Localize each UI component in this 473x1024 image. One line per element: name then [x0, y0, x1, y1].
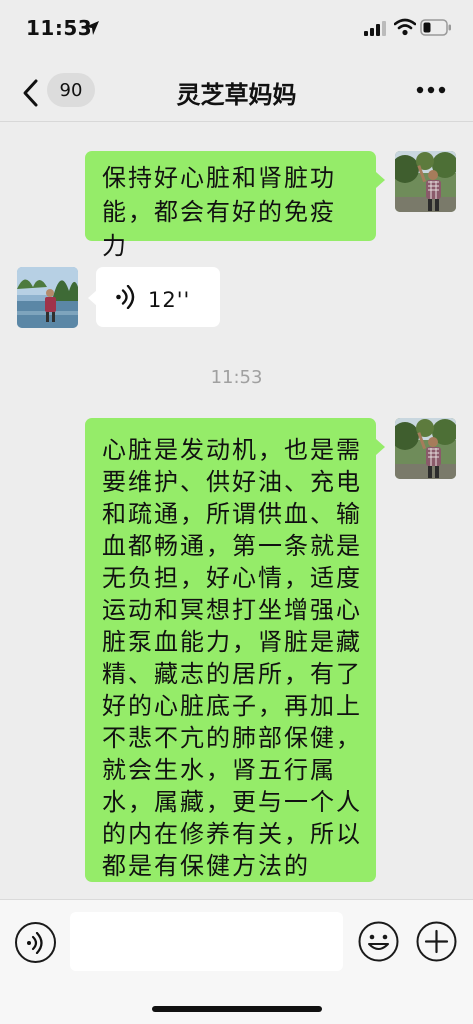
bubble-tail — [376, 172, 385, 188]
message-text: 保持好心脏和肾脏功 能，都会有好的免疫力 — [102, 164, 336, 260]
chat-screen: 11:53 90 灵芝草妈妈 保持好心脏和肾脏功 能，都会有好的免疫力 12''… — [0, 0, 473, 1024]
back-chevron-icon[interactable] — [20, 78, 42, 108]
my-avatar[interactable] — [395, 151, 456, 212]
emoji-icon[interactable] — [358, 921, 399, 962]
voice-message-bubble[interactable]: 12'' — [96, 267, 220, 327]
my-avatar[interactable] — [395, 418, 456, 479]
message-input[interactable] — [70, 912, 343, 971]
message-text: 心脏是发动机，也是需 要维护、供好油、充电 和疏通，所谓供血、输 血都畅通，第一… — [102, 436, 362, 880]
contact-avatar[interactable] — [17, 267, 78, 328]
header-divider — [0, 121, 473, 122]
voice-duration: 12'' — [148, 288, 191, 312]
battery-icon — [420, 19, 451, 36]
status-bar: 11:53 — [0, 0, 473, 60]
message-bubble-sent[interactable]: 保持好心脏和肾脏功 能，都会有好的免疫力 — [85, 151, 376, 260]
voice-mode-icon — [27, 932, 43, 954]
wifi-icon — [394, 18, 416, 36]
unread-count-badge[interactable]: 90 — [47, 73, 95, 107]
home-indicator — [152, 1006, 322, 1012]
signal-icon — [364, 21, 386, 36]
location-arrow-icon — [85, 21, 99, 35]
chat-timestamp: 11:53 — [210, 367, 263, 388]
more-dots-icon[interactable] — [412, 78, 450, 102]
voice-wave-icon — [116, 285, 135, 309]
chat-header: 90 灵芝草妈妈 — [0, 60, 473, 122]
voice-mode-button[interactable] — [15, 922, 56, 963]
plus-icon[interactable] — [416, 921, 457, 962]
message-bubble-sent[interactable]: 心脏是发动机，也是需 要维护、供好油、充电 和疏通，所谓供血、输 血都畅通，第一… — [85, 418, 376, 882]
status-time: 11:53 — [26, 16, 93, 40]
bubble-tail — [376, 439, 385, 455]
